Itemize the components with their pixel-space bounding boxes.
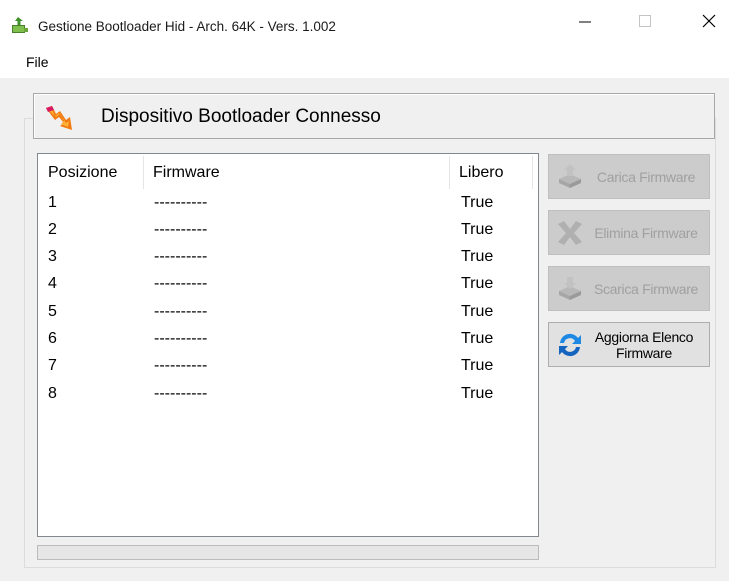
cell-libero: True bbox=[461, 248, 494, 265]
download-firmware-icon bbox=[559, 277, 581, 300]
lightning-arrow-icon bbox=[46, 106, 72, 130]
title-bar[interactable]: Gestione Bootloader Hid - Arch. 64K - Ve… bbox=[0, 0, 729, 42]
cell-libero: True bbox=[461, 330, 494, 347]
menu-file[interactable]: File bbox=[26, 54, 49, 70]
cell-posizione: 8 bbox=[48, 385, 57, 402]
cell-posizione: 7 bbox=[48, 357, 57, 374]
carica-firmware-label: Carica Firmware bbox=[596, 168, 696, 185]
column-header-libero[interactable]: Libero bbox=[459, 164, 503, 182]
header-title: Dispositivo Bootloader Connesso bbox=[101, 106, 381, 127]
minimize-button[interactable] bbox=[562, 0, 608, 42]
cell-firmware: ---------- bbox=[154, 221, 208, 238]
column-header-firmware[interactable]: Firmware bbox=[153, 164, 220, 182]
close-button[interactable] bbox=[686, 0, 729, 42]
cell-firmware: ---------- bbox=[154, 357, 208, 374]
cell-libero: True bbox=[461, 221, 494, 238]
cell-firmware: ---------- bbox=[154, 275, 208, 292]
cell-posizione: 2 bbox=[48, 221, 57, 238]
column-separator[interactable] bbox=[449, 156, 450, 189]
cell-libero: True bbox=[461, 303, 494, 320]
carica-firmware-button[interactable]: Carica Firmware bbox=[548, 154, 710, 199]
refresh-icon bbox=[559, 333, 581, 357]
cell-firmware: ---------- bbox=[154, 194, 208, 211]
scarica-firmware-button[interactable]: Scarica Firmware bbox=[548, 266, 710, 311]
aggiorna-elenco-button[interactable]: Aggiorna Elenco Firmware bbox=[548, 322, 710, 367]
cell-libero: True bbox=[461, 275, 494, 292]
menu-bar bbox=[0, 42, 729, 78]
minimize-icon bbox=[579, 21, 591, 23]
maximize-button[interactable] bbox=[622, 0, 668, 42]
column-header-posizione[interactable]: Posizione bbox=[48, 164, 117, 182]
cell-posizione: 3 bbox=[48, 248, 57, 265]
close-icon bbox=[702, 14, 716, 28]
cell-firmware: ---------- bbox=[154, 330, 208, 347]
window-title: Gestione Bootloader Hid - Arch. 64K - Ve… bbox=[38, 19, 336, 34]
column-separator[interactable] bbox=[143, 156, 144, 189]
cell-libero: True bbox=[461, 194, 494, 211]
elimina-firmware-button[interactable]: Elimina Firmware bbox=[548, 210, 710, 255]
cell-posizione: 6 bbox=[48, 330, 57, 347]
cell-libero: True bbox=[461, 385, 494, 402]
cell-posizione: 1 bbox=[48, 194, 57, 211]
scarica-firmware-label: Scarica Firmware bbox=[593, 280, 699, 297]
elimina-firmware-label: Elimina Firmware bbox=[594, 224, 698, 241]
cell-libero: True bbox=[461, 357, 494, 374]
cell-posizione: 4 bbox=[48, 275, 57, 292]
app-icon bbox=[12, 17, 28, 33]
maximize-icon bbox=[639, 15, 651, 27]
column-separator[interactable] bbox=[532, 156, 533, 189]
aggiorna-elenco-label: Aggiorna Elenco Firmware bbox=[594, 328, 694, 361]
cell-posizione: 5 bbox=[48, 303, 57, 320]
app-window: Gestione Bootloader Hid - Arch. 64K - Ve… bbox=[0, 0, 729, 581]
cell-firmware: ---------- bbox=[154, 303, 208, 320]
delete-x-icon bbox=[558, 221, 582, 245]
progress-bar bbox=[37, 545, 539, 560]
cell-firmware: ---------- bbox=[154, 248, 208, 265]
upload-firmware-icon bbox=[559, 164, 581, 188]
cell-firmware: ---------- bbox=[154, 385, 208, 402]
